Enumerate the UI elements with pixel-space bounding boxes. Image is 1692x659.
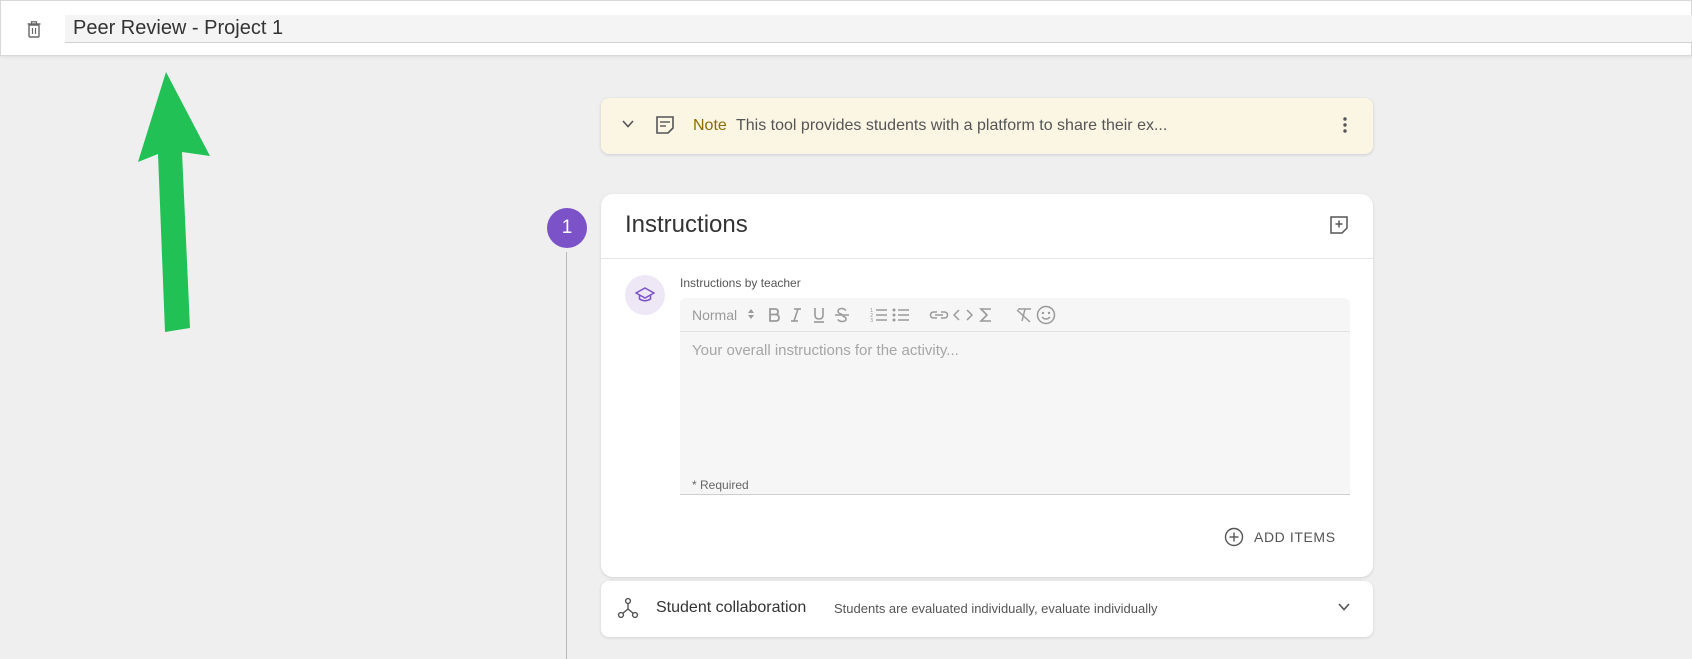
- link-button[interactable]: [929, 305, 949, 325]
- collaboration-description: Students are evaluated individually, eva…: [834, 601, 1158, 616]
- note-label: Note: [693, 117, 727, 134]
- delete-button[interactable]: [23, 17, 45, 41]
- expand-collaboration-button[interactable]: [1337, 600, 1351, 619]
- underline-icon: [814, 308, 824, 323]
- card-divider: [601, 258, 1373, 259]
- emoji-button[interactable]: [1036, 305, 1056, 325]
- note-card: Note This tool provides students with a …: [601, 98, 1373, 154]
- select-caret-icon: [748, 309, 754, 319]
- bullet-list-button[interactable]: [891, 305, 911, 325]
- ordered-list-icon: 1 2 3: [870, 308, 887, 323]
- top-bar: [0, 0, 1692, 56]
- teacher-avatar: [625, 275, 665, 315]
- more-vertical-icon: [1343, 117, 1347, 133]
- add-items-button[interactable]: ADD ITEMS: [1224, 524, 1336, 550]
- instructions-title: Instructions: [625, 211, 748, 238]
- svg-text:3: 3: [870, 318, 873, 323]
- emoji-icon: [1036, 305, 1056, 325]
- add-circle-icon: [1224, 527, 1244, 547]
- note-text: This tool provides students with a platf…: [736, 117, 1168, 134]
- code-button[interactable]: [953, 305, 973, 325]
- ordered-list-button[interactable]: 1 2 3: [869, 305, 889, 325]
- sigma-icon: [979, 308, 991, 322]
- clear-format-button[interactable]: [1014, 305, 1034, 325]
- bold-button[interactable]: [764, 305, 784, 325]
- formula-button[interactable]: [976, 305, 996, 325]
- note-icon-wrap: [655, 115, 675, 140]
- step-number-badge: 1: [547, 208, 587, 248]
- bullet-list-icon: [892, 308, 909, 322]
- activity-title-input[interactable]: [65, 15, 1692, 43]
- add-items-label: ADD ITEMS: [1254, 529, 1336, 545]
- collapse-note-button[interactable]: [621, 117, 635, 136]
- strikethrough-icon: [835, 307, 849, 323]
- chevron-down-icon: [1338, 603, 1350, 611]
- teacher-instructions-label: Instructions by teacher: [680, 276, 801, 290]
- arrow-up-icon: [138, 72, 210, 332]
- add-box-icon: [1330, 216, 1348, 234]
- note-menu-button[interactable]: [1341, 114, 1349, 141]
- editor-placeholder: Your overall instructions for the activi…: [692, 342, 959, 359]
- step-connector-line: [566, 252, 567, 659]
- chevron-down-icon: [622, 120, 634, 128]
- editor-toolbar: Normal 1 2 3: [680, 298, 1350, 332]
- bold-icon: [769, 308, 780, 322]
- student-collaboration-card[interactable]: Student collaboration Students are evalu…: [601, 581, 1373, 637]
- link-icon: [929, 311, 949, 319]
- italic-button[interactable]: [786, 305, 806, 325]
- add-note-button[interactable]: [1330, 216, 1348, 239]
- collaboration-title: Student collaboration: [656, 599, 807, 616]
- code-icon: [953, 309, 973, 321]
- strikethrough-button[interactable]: [832, 305, 852, 325]
- graduation-cap-icon: [635, 287, 655, 302]
- instructions-card: Instructions Instructions by teacher Nor…: [601, 194, 1373, 577]
- trash-icon: [27, 20, 41, 38]
- required-label: * Required: [692, 478, 749, 492]
- clear-format-icon: [1016, 308, 1031, 323]
- format-select[interactable]: Normal: [692, 307, 737, 323]
- italic-icon: [791, 308, 801, 322]
- collab-icon-wrap: [617, 597, 639, 624]
- underline-button[interactable]: [809, 305, 829, 325]
- collaboration-nodes-icon: [617, 597, 639, 619]
- sticky-note-icon: [656, 116, 674, 134]
- rich-text-editor[interactable]: Normal 1 2 3 Your overall instructions f…: [680, 298, 1350, 495]
